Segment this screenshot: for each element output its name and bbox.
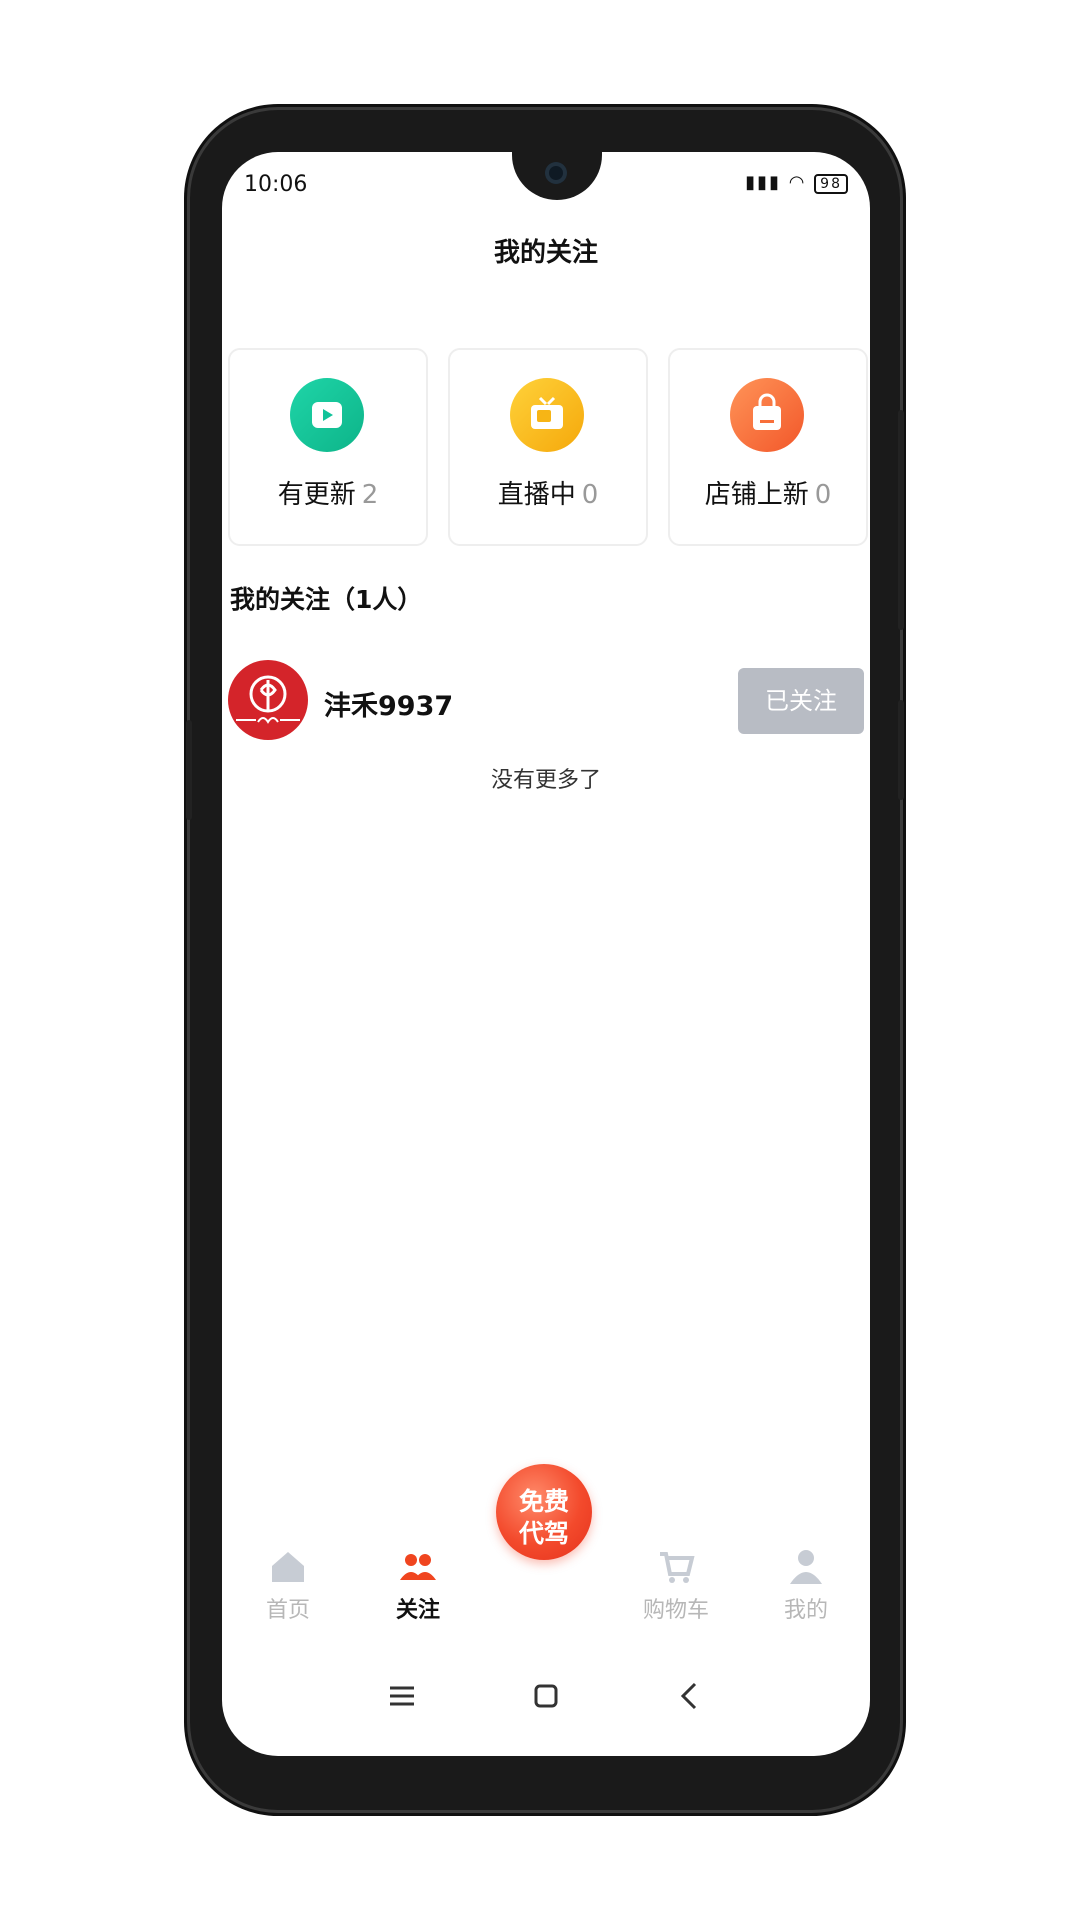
card-live-count: 0 xyxy=(581,480,599,510)
card-live-label: 直播中 0 xyxy=(450,474,646,511)
play-icon xyxy=(290,378,364,452)
card-updates-label: 有更新 2 xyxy=(230,474,426,511)
tab-mine-label: 我的 xyxy=(783,1598,828,1623)
card-live[interactable]: 直播中 0 xyxy=(448,348,648,546)
battery-icon: 98 xyxy=(814,174,848,194)
free-driver-line2: 代驾 xyxy=(518,1519,569,1548)
shopping-bag-icon xyxy=(730,378,804,452)
followed-button[interactable]: 已关注 xyxy=(738,668,864,734)
card-updates-count: 2 xyxy=(361,480,379,510)
tab-cart-label: 购物车 xyxy=(642,1598,709,1623)
front-camera xyxy=(545,162,567,184)
section-title: 我的关注（1人） xyxy=(230,585,423,614)
wifi-icon: ◠ xyxy=(788,172,807,193)
system-navigation xyxy=(222,1676,870,1726)
shop-name[interactable]: 沣禾9937 xyxy=(324,684,453,723)
back-icon[interactable] xyxy=(670,1676,710,1716)
screen: 10:06 ▮▮▮ ◠ 98 我的关注 有更新 2 直播中 0 店铺上新 0 我… xyxy=(222,152,870,1756)
bottom-tab-bar: 首页 关注 免费 代驾 购物车 我的 xyxy=(222,1464,870,1642)
card-new-arrivals-label: 店铺上新 0 xyxy=(670,474,866,511)
notch xyxy=(512,152,602,200)
card-updates[interactable]: 有更新 2 xyxy=(228,348,428,546)
category-cards: 有更新 2 直播中 0 店铺上新 0 xyxy=(228,348,868,546)
list-end-text: 没有更多了 xyxy=(490,768,601,793)
status-icons: ▮▮▮ ◠ 98 xyxy=(745,172,848,194)
tab-mine[interactable]: 我的 xyxy=(746,1522,866,1642)
free-driver-line1: 免费 xyxy=(518,1487,569,1516)
people-icon xyxy=(400,1554,436,1580)
tab-follow-label: 关注 xyxy=(395,1598,440,1623)
volume-button xyxy=(186,720,192,820)
home-icon xyxy=(272,1552,304,1582)
side-button xyxy=(898,700,904,800)
card-live-text: 直播中 xyxy=(497,480,576,510)
cart-icon xyxy=(660,1552,695,1583)
avatar[interactable] xyxy=(228,660,308,740)
status-time: 10:06 xyxy=(244,172,308,197)
battery-level: 98 xyxy=(820,176,842,192)
signal-icon: ▮▮▮ xyxy=(745,172,781,193)
menu-icon[interactable] xyxy=(382,1676,422,1716)
card-new-arrivals-text: 店铺上新 xyxy=(704,480,809,510)
free-driver-button[interactable]: 免费 代驾 xyxy=(496,1464,592,1560)
card-updates-text: 有更新 xyxy=(277,480,356,510)
tv-icon xyxy=(510,378,584,452)
page-title: 我的关注 xyxy=(493,238,598,268)
power-button xyxy=(898,410,904,630)
card-new-arrivals-count: 0 xyxy=(814,480,832,510)
tab-follow[interactable]: 关注 xyxy=(358,1522,478,1642)
user-icon xyxy=(790,1550,822,1584)
tab-home-label: 首页 xyxy=(265,1598,310,1623)
tab-cart[interactable]: 购物车 xyxy=(616,1522,736,1642)
list-item[interactable]: 沣禾9937 已关注 xyxy=(228,654,864,744)
home-square-icon[interactable] xyxy=(526,1676,566,1716)
card-new-arrivals[interactable]: 店铺上新 0 xyxy=(668,348,868,546)
tab-home[interactable]: 首页 xyxy=(228,1522,348,1642)
